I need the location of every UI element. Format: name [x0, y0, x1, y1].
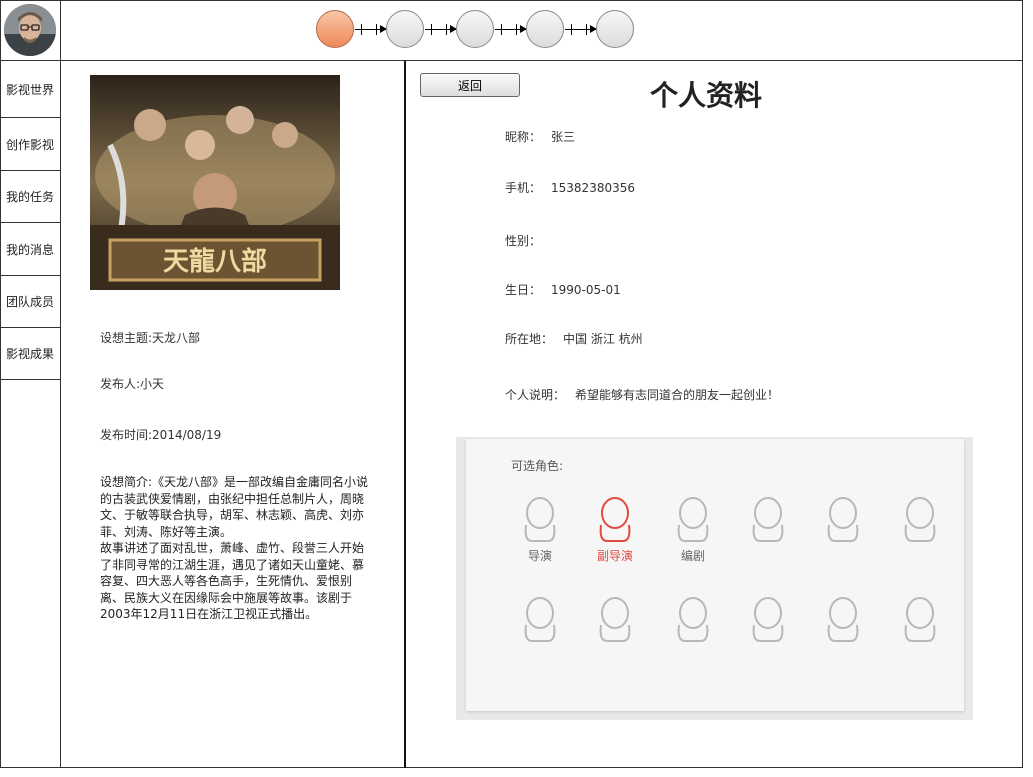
role-option-2[interactable]: 副导演 — [585, 497, 645, 564]
profile-field-1: 昵称： 张三 — [505, 128, 575, 145]
field-value: 中国 浙江 杭州 — [563, 332, 643, 346]
back-button[interactable]: 返回 — [420, 73, 520, 97]
person-icon — [677, 497, 709, 542]
sidebar-item-5[interactable]: 团队成员 — [0, 276, 60, 328]
field-value: 1990-05-01 — [551, 283, 621, 297]
page-title: 个人资料 — [650, 79, 763, 112]
person-icon — [904, 597, 936, 642]
person-icon — [752, 497, 784, 542]
roles-panel: 可选角色: 导演 副导演 编剧 — [456, 437, 973, 720]
role-option-11[interactable] — [813, 597, 873, 647]
step-3[interactable] — [456, 10, 494, 48]
idea-topic: 设想主题:天龙八部 — [100, 331, 201, 345]
role-option-12[interactable] — [890, 597, 950, 647]
profile-field-6: 个人说明： 希望能够有志同道合的朋友一起创业！ — [505, 386, 779, 403]
user-avatar[interactable] — [4, 4, 56, 56]
role-option-9[interactable] — [663, 597, 723, 647]
roles-title: 可选角色: — [511, 459, 564, 473]
role-option-4[interactable] — [738, 497, 798, 547]
roles-card: 可选角色: 导演 副导演 编剧 — [466, 439, 964, 711]
field-label: 性别： — [505, 234, 542, 248]
role-label: 编剧 — [680, 549, 705, 563]
role-option-6[interactable] — [890, 497, 950, 547]
person-icon — [827, 497, 859, 542]
role-option-3[interactable]: 编剧 — [663, 497, 723, 564]
person-icon — [752, 597, 784, 642]
field-label: 手机： — [505, 181, 542, 195]
step-connector-arrow — [355, 24, 387, 35]
field-label: 所在地： — [505, 332, 554, 346]
profile-field-5: 所在地： 中国 浙江 杭州 — [505, 330, 643, 347]
field-value: 张三 — [551, 130, 576, 144]
person-icon — [599, 597, 631, 642]
field-label: 生日： — [505, 283, 542, 297]
sidebar-item-4[interactable]: 我的消息 — [0, 223, 60, 276]
role-option-10[interactable] — [738, 597, 798, 647]
field-label: 个人说明： — [505, 388, 566, 402]
person-icon — [677, 597, 709, 642]
profile-field-3: 性别： — [505, 232, 551, 249]
step-2[interactable] — [386, 10, 424, 48]
top-bar — [0, 0, 1023, 61]
sidebar-nav: 影视世界 创作影视 我的任务 我的消息 团队成员 影视成果 — [0, 61, 61, 768]
idea-publish-time: 发布时间:2014/08/19 — [100, 428, 222, 442]
person-icon — [524, 497, 556, 542]
profile-field-2: 手机： 15382380356 — [505, 179, 635, 196]
person-icon — [904, 497, 936, 542]
role-option-1[interactable]: 导演 — [510, 497, 570, 564]
sidebar-item-3[interactable]: 我的任务 — [0, 171, 60, 223]
field-value: 15382380356 — [551, 181, 635, 195]
field-value: 希望能够有志同道合的朋友一起创业！ — [575, 388, 780, 402]
role-label: 副导演 — [596, 549, 633, 563]
person-icon — [599, 497, 631, 542]
poster-image: 天龍八部 — [90, 75, 340, 290]
step-1[interactable] — [316, 10, 354, 48]
sidebar-item-6[interactable]: 影视成果 — [0, 328, 60, 380]
step-5[interactable] — [596, 10, 634, 48]
step-connector-arrow — [565, 24, 597, 35]
svg-text:天龍八部: 天龍八部 — [163, 246, 267, 277]
profile-field-4: 生日： 1990-05-01 — [505, 281, 621, 298]
idea-publisher: 发布人:小天 — [100, 377, 165, 391]
field-label: 昵称： — [505, 130, 542, 144]
person-icon — [827, 597, 859, 642]
role-option-8[interactable] — [585, 597, 645, 647]
role-option-5[interactable] — [813, 497, 873, 547]
column-divider — [404, 61, 406, 768]
sidebar-item-2[interactable]: 创作影视 — [0, 118, 60, 171]
avatar-cell — [0, 0, 61, 60]
idea-intro: 设想简介:《天龙八部》是一部改编自金庸同名小说的古装武侠爱情剧，由张纪中担任总制… — [100, 475, 369, 621]
step-connector-arrow — [495, 24, 527, 35]
role-option-7[interactable] — [510, 597, 570, 647]
step-connector-arrow — [425, 24, 457, 35]
role-label: 导演 — [527, 549, 552, 563]
step-4[interactable] — [526, 10, 564, 48]
sidebar-item-1[interactable]: 影视世界 — [0, 61, 60, 118]
person-icon — [524, 597, 556, 642]
